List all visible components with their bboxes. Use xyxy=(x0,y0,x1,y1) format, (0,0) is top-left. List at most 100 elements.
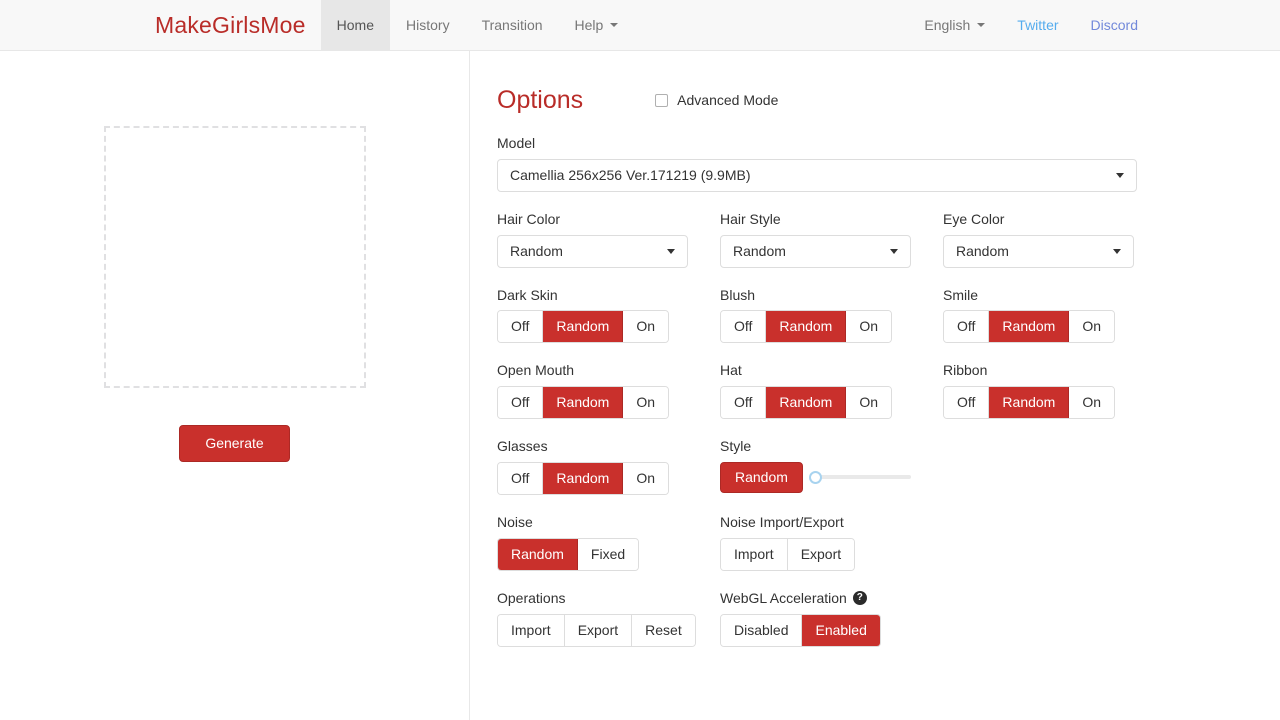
dark-skin-off-button[interactable]: Off xyxy=(498,311,543,342)
hat-field: Hat Off Random On xyxy=(720,362,911,419)
operations-import-button[interactable]: Import xyxy=(498,615,565,646)
options-title: Options xyxy=(497,88,583,113)
open-mouth-on-button[interactable]: On xyxy=(623,387,668,418)
webgl-enabled-button[interactable]: Enabled xyxy=(802,615,879,646)
ribbon-label: Ribbon xyxy=(943,362,1134,379)
eye-color-select[interactable]: Random xyxy=(943,235,1134,268)
hat-on-button[interactable]: On xyxy=(846,387,891,418)
model-select-value: Camellia 256x256 Ver.171219 (9.9MB) xyxy=(510,167,750,183)
eye-color-value: Random xyxy=(956,243,1009,259)
dark-skin-random-button[interactable]: Random xyxy=(543,311,623,342)
open-mouth-label: Open Mouth xyxy=(497,362,688,379)
blush-field: Blush Off Random On xyxy=(720,287,911,344)
advanced-mode-toggle[interactable]: Advanced Mode xyxy=(655,92,778,108)
smile-button-group: Off Random On xyxy=(943,310,1115,343)
operations-field: Operations Import Export Reset xyxy=(497,590,720,647)
blush-random-button[interactable]: Random xyxy=(766,311,846,342)
noise-field: Noise Random Fixed xyxy=(497,514,720,571)
nav-item-help[interactable]: Help xyxy=(559,0,635,50)
glasses-style-row: Glasses Off Random On Style Random xyxy=(497,438,1280,495)
ribbon-random-button[interactable]: Random xyxy=(989,387,1069,418)
model-select[interactable]: Camellia 256x256 Ver.171219 (9.9MB) xyxy=(497,159,1137,192)
model-label: Model xyxy=(497,135,1137,152)
smile-on-button[interactable]: On xyxy=(1069,311,1114,342)
nav-item-history[interactable]: History xyxy=(390,0,466,50)
question-mark-icon[interactable]: ? xyxy=(853,591,867,605)
nav-link-discord[interactable]: Discord xyxy=(1075,0,1154,50)
noise-button-group: Random Fixed xyxy=(497,538,639,571)
style-slider-track[interactable] xyxy=(815,475,911,479)
noise-io-field: Noise Import/Export Import Export xyxy=(720,514,943,571)
open-mouth-random-button[interactable]: Random xyxy=(543,387,623,418)
hair-style-field: Hair Style Random xyxy=(720,211,911,268)
nav-item-transition-label: Transition xyxy=(482,17,543,33)
page-body: Generate Options Advanced Mode Model Cam… xyxy=(0,51,1280,720)
dark-skin-button-group: Off Random On xyxy=(497,310,669,343)
options-panel: Options Advanced Mode Model Camellia 256… xyxy=(470,51,1280,720)
blush-button-group: Off Random On xyxy=(720,310,892,343)
blush-on-button[interactable]: On xyxy=(846,311,891,342)
noise-label: Noise xyxy=(497,514,720,531)
operations-reset-button[interactable]: Reset xyxy=(632,615,695,646)
hair-color-label: Hair Color xyxy=(497,211,688,228)
open-mouth-off-button[interactable]: Off xyxy=(498,387,543,418)
style-random-button[interactable]: Random xyxy=(720,462,803,493)
attribute-select-row: Hair Color Random Hair Style Random Eye … xyxy=(497,211,1280,268)
blush-off-button[interactable]: Off xyxy=(721,311,766,342)
hat-label: Hat xyxy=(720,362,911,379)
smile-off-button[interactable]: Off xyxy=(944,311,989,342)
toggle-row-2: Open Mouth Off Random On Hat Off Random … xyxy=(497,362,1280,419)
noise-import-button[interactable]: Import xyxy=(721,539,788,570)
model-field: Model Camellia 256x256 Ver.171219 (9.9MB… xyxy=(497,135,1137,192)
glasses-random-button[interactable]: Random xyxy=(543,463,623,494)
glasses-button-group: Off Random On xyxy=(497,462,669,495)
chevron-down-icon xyxy=(977,23,985,27)
grid-spacer xyxy=(911,211,943,268)
hat-random-button[interactable]: Random xyxy=(766,387,846,418)
generate-button[interactable]: Generate xyxy=(179,425,289,462)
dark-skin-label: Dark Skin xyxy=(497,287,688,304)
toggle-row-1: Dark Skin Off Random On Blush Off Random… xyxy=(497,287,1280,344)
nav-item-home-label: Home xyxy=(337,17,374,33)
glasses-off-button[interactable]: Off xyxy=(498,463,543,494)
ribbon-off-button[interactable]: Off xyxy=(944,387,989,418)
dark-skin-on-button[interactable]: On xyxy=(623,311,668,342)
noise-row: Noise Random Fixed Noise Import/Export I… xyxy=(497,514,1280,571)
eye-color-label: Eye Color xyxy=(943,211,1134,228)
ribbon-button-group: Off Random On xyxy=(943,386,1115,419)
style-control-row: Random xyxy=(720,462,911,493)
grid-spacer xyxy=(688,287,720,344)
operations-export-button[interactable]: Export xyxy=(565,615,632,646)
grid-spacer xyxy=(911,287,943,344)
smile-random-button[interactable]: Random xyxy=(989,311,1069,342)
style-field: Style Random xyxy=(720,438,911,495)
ribbon-on-button[interactable]: On xyxy=(1069,387,1114,418)
noise-random-button[interactable]: Random xyxy=(498,539,578,570)
webgl-button-group: Disabled Enabled xyxy=(720,614,881,647)
nav-item-home[interactable]: Home xyxy=(321,0,390,50)
noise-fixed-button[interactable]: Fixed xyxy=(578,539,638,570)
webgl-disabled-button[interactable]: Disabled xyxy=(721,615,802,646)
options-header: Options Advanced Mode xyxy=(497,85,1280,115)
nav-item-language[interactable]: English xyxy=(908,0,1001,50)
hat-button-group: Off Random On xyxy=(720,386,892,419)
brand-logo[interactable]: MakeGirlsMoe xyxy=(140,0,321,50)
hair-color-select[interactable]: Random xyxy=(497,235,688,268)
style-slider[interactable] xyxy=(809,467,911,487)
eye-color-field: Eye Color Random xyxy=(943,211,1134,268)
smile-field: Smile Off Random On xyxy=(943,287,1134,344)
glasses-on-button[interactable]: On xyxy=(623,463,668,494)
noise-export-button[interactable]: Export xyxy=(788,539,854,570)
nav-link-twitter[interactable]: Twitter xyxy=(1001,0,1074,50)
glasses-label: Glasses xyxy=(497,438,688,455)
hat-off-button[interactable]: Off xyxy=(721,387,766,418)
smile-label: Smile xyxy=(943,287,1134,304)
operations-row: Operations Import Export Reset WebGL Acc… xyxy=(497,590,1280,647)
webgl-field: WebGL Acceleration ? Disabled Enabled xyxy=(720,590,943,647)
hair-style-select[interactable]: Random xyxy=(720,235,911,268)
nav-item-transition[interactable]: Transition xyxy=(466,0,559,50)
open-mouth-field: Open Mouth Off Random On xyxy=(497,362,688,419)
advanced-mode-checkbox[interactable] xyxy=(655,94,668,107)
chevron-down-icon xyxy=(667,249,675,254)
style-slider-handle[interactable] xyxy=(809,471,822,484)
